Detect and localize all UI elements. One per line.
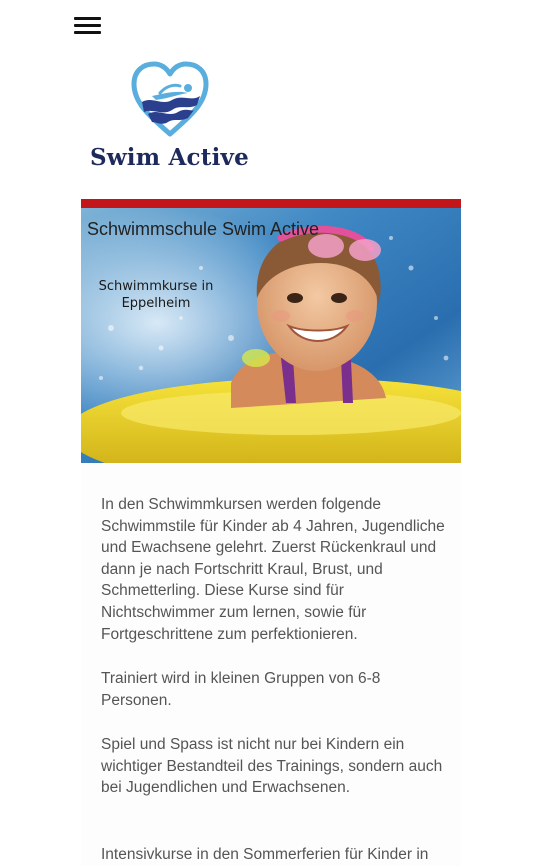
intensive-courses-paragraph: Intensivkurse in den Sommerferien für Ki… [101, 846, 429, 863]
hero-banner: Schwimmschule Swim Active Schwimmkurse i… [81, 208, 461, 463]
menu-line [74, 17, 101, 20]
hero-title: Schwimmschule Swim Active [87, 219, 320, 239]
page: Swim Active Schwimmschule Swim Active Sc… [0, 0, 538, 866]
hero-subtitle: Schwimmkurse in Eppelheim [98, 279, 214, 311]
logo-text: Swim Active [90, 144, 249, 171]
main-content: Schwimmschule Swim Active Schwimmkurse i… [81, 199, 461, 866]
intro-paragraph: In den Schwimmkursen werden folgende Sch… [101, 496, 445, 643]
swimmer-heart-icon [131, 61, 209, 137]
groups-paragraph: Trainiert wird in kleinen Gruppen von 6-… [101, 670, 381, 709]
menu-line [74, 31, 101, 34]
hamburger-menu-icon[interactable] [74, 15, 102, 37]
fun-paragraph: Spiel und Spass ist nicht nur bei Kinder… [101, 736, 443, 797]
accent-bar [81, 199, 461, 208]
site-logo[interactable]: Swim Active [88, 60, 258, 180]
top-bar [60, 0, 480, 52]
hero-image [81, 208, 461, 463]
menu-line [74, 24, 101, 27]
